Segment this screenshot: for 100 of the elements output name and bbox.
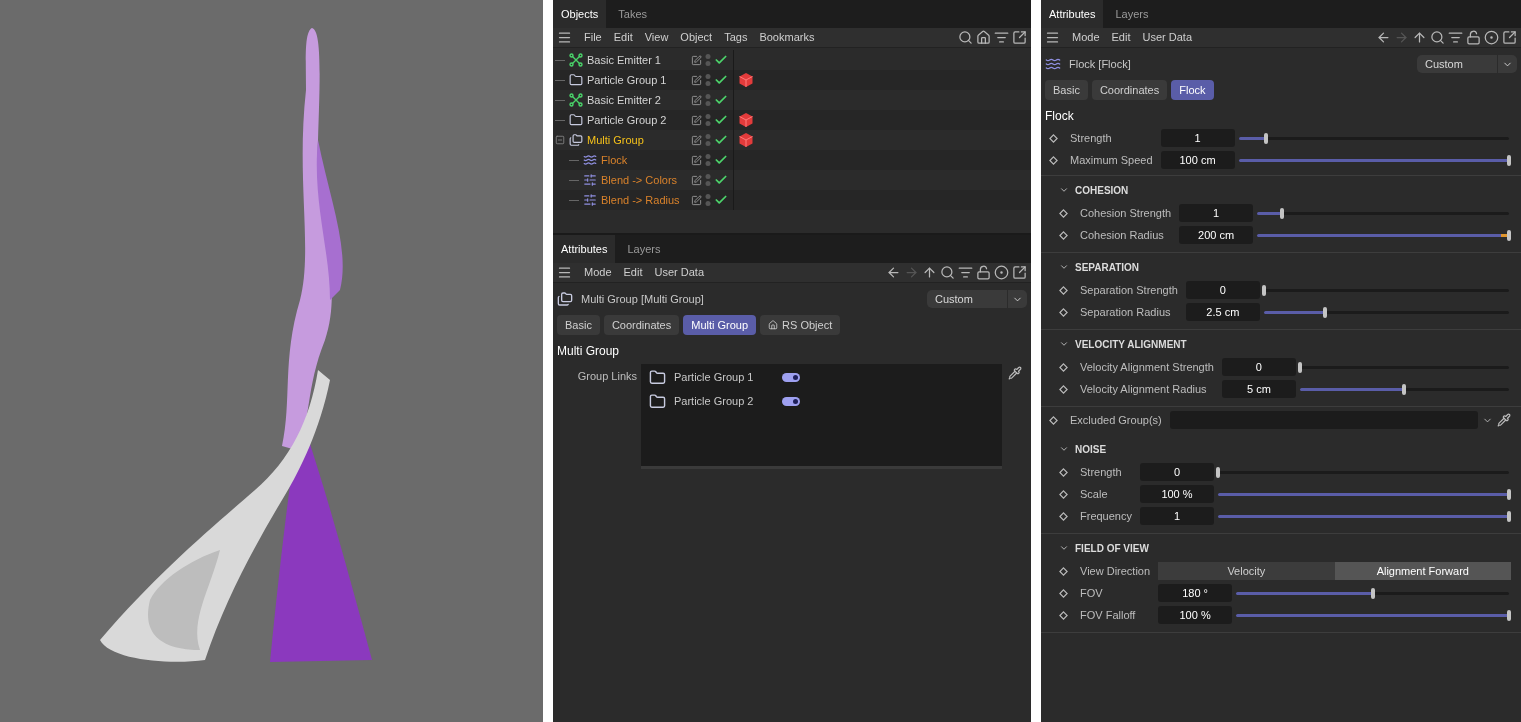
edit-icon[interactable] xyxy=(691,114,702,126)
value-field[interactable]: 5 cm xyxy=(1221,380,1296,398)
keyframe-diamond-icon[interactable] xyxy=(1059,511,1068,521)
attribute-tab[interactable]: RS Object xyxy=(760,315,841,335)
toggle[interactable] xyxy=(782,372,800,382)
visibility-dots-icon[interactable] xyxy=(705,113,711,127)
value-field[interactable]: 100 cm xyxy=(1160,151,1235,169)
panel-tab[interactable]: Attributes xyxy=(1041,0,1104,28)
slider-thumb[interactable] xyxy=(1507,609,1511,621)
visibility-dots-icon[interactable] xyxy=(705,193,711,207)
chevron-icon[interactable] xyxy=(1059,444,1069,454)
menu-item[interactable]: Object xyxy=(680,29,713,46)
edit-icon[interactable] xyxy=(691,154,702,166)
value-field[interactable]: 0 xyxy=(1221,358,1296,376)
keyframe-diamond-icon[interactable] xyxy=(1049,133,1058,143)
menu-icon[interactable] xyxy=(557,30,572,45)
back-icon[interactable] xyxy=(1376,30,1391,45)
visibility-dots-icon[interactable] xyxy=(705,153,711,167)
visibility-dots-icon[interactable] xyxy=(705,53,711,67)
slider-thumb[interactable] xyxy=(1280,207,1285,219)
menu-item[interactable]: User Data xyxy=(1142,29,1193,46)
edit-icon[interactable] xyxy=(691,174,702,186)
object-name[interactable]: Basic Emitter 2 xyxy=(587,91,661,109)
keyframe-diamond-icon[interactable] xyxy=(1059,610,1068,620)
toggle[interactable] xyxy=(782,396,800,406)
value-field[interactable]: 1 xyxy=(1160,129,1235,147)
menu-item[interactable]: View xyxy=(644,29,669,46)
value-field[interactable]: 100 % xyxy=(1140,485,1214,503)
attribute-tab[interactable]: Basic xyxy=(1045,80,1088,100)
group-title[interactable]: FIELD OF VIEW xyxy=(1075,540,1149,556)
slider-thumb[interactable] xyxy=(1507,488,1511,500)
slider-thumb[interactable] xyxy=(1216,466,1220,478)
new-window-icon[interactable] xyxy=(1012,30,1027,45)
up-icon[interactable] xyxy=(922,265,937,280)
object-name[interactable]: Basic Emitter 1 xyxy=(587,51,661,69)
panel-tab[interactable]: Takes xyxy=(606,0,660,28)
keyframe-diamond-icon[interactable] xyxy=(1059,467,1068,477)
attribute-tab[interactable]: Basic xyxy=(557,315,600,335)
keyframe-diamond-icon[interactable] xyxy=(1059,230,1068,240)
group-title[interactable]: VELOCITY ALIGNMENT xyxy=(1075,336,1187,352)
target-icon[interactable] xyxy=(1484,30,1499,45)
chevron-icon[interactable] xyxy=(1059,339,1069,349)
collapse-icon[interactable] xyxy=(555,135,565,145)
keyframe-diamond-icon[interactable] xyxy=(1049,155,1058,165)
value-field[interactable]: 0 xyxy=(1185,281,1260,299)
back-icon[interactable] xyxy=(886,265,901,280)
filter-icon[interactable] xyxy=(1448,30,1463,45)
object-name[interactable]: Blend -> Colors xyxy=(601,171,678,189)
slider-thumb[interactable] xyxy=(1263,132,1268,144)
slider-thumb[interactable] xyxy=(1402,383,1407,395)
menu-item[interactable]: Bookmarks xyxy=(759,29,815,46)
panel-tab[interactable]: Layers xyxy=(1103,0,1161,28)
search-icon[interactable] xyxy=(1430,30,1445,45)
value-field[interactable]: 180 ° xyxy=(1158,584,1233,602)
slider-thumb[interactable] xyxy=(1297,361,1302,373)
object-name[interactable]: Particle Group 1 xyxy=(587,71,667,89)
group-title[interactable]: SEPARATION xyxy=(1075,259,1140,275)
check-icon[interactable] xyxy=(714,53,728,67)
keyframe-diamond-icon[interactable] xyxy=(1059,285,1068,295)
panel-tab[interactable]: Objects xyxy=(553,0,607,28)
filter-icon[interactable] xyxy=(994,30,1009,45)
attribute-tab[interactable]: Flock xyxy=(1171,80,1214,100)
keyframe-diamond-icon[interactable] xyxy=(1049,415,1058,425)
attribute-tab[interactable]: Coordinates xyxy=(1091,80,1168,100)
visibility-dots-icon[interactable] xyxy=(705,133,711,147)
filter-icon[interactable] xyxy=(958,265,973,280)
lock-icon[interactable] xyxy=(976,265,991,280)
menu-item[interactable]: Mode xyxy=(1072,29,1100,46)
group-title[interactable]: COHESION xyxy=(1075,182,1129,198)
visibility-dots-icon[interactable] xyxy=(705,93,711,107)
picker-icon[interactable] xyxy=(1497,413,1511,427)
home-icon[interactable] xyxy=(976,30,991,45)
slider-thumb[interactable] xyxy=(1507,510,1511,522)
check-icon[interactable] xyxy=(714,193,728,207)
chevron-icon[interactable] xyxy=(1059,185,1069,195)
menu-item[interactable]: Edit xyxy=(613,29,633,46)
search-icon[interactable] xyxy=(940,265,955,280)
chevron-icon[interactable] xyxy=(1059,543,1069,553)
menu-item[interactable]: Mode xyxy=(584,264,612,281)
keyframe-diamond-icon[interactable] xyxy=(1059,566,1068,576)
check-icon[interactable] xyxy=(714,93,728,107)
search-icon[interactable] xyxy=(958,30,973,45)
menu-item[interactable]: File xyxy=(584,29,602,46)
value-field[interactable]: 0 xyxy=(1140,463,1214,481)
visibility-dots-icon[interactable] xyxy=(705,173,711,187)
group-title[interactable]: NOISE xyxy=(1075,441,1107,457)
keyframe-diamond-icon[interactable] xyxy=(1059,384,1068,394)
keyframe-diamond-icon[interactable] xyxy=(1059,588,1068,598)
value-field[interactable]: 1 xyxy=(1140,507,1214,525)
menu-icon[interactable] xyxy=(557,265,572,280)
lock-icon[interactable] xyxy=(1466,30,1481,45)
keyframe-diamond-icon[interactable] xyxy=(1059,489,1068,499)
visibility-dots-icon[interactable] xyxy=(705,73,711,87)
up-icon[interactable] xyxy=(1412,30,1427,45)
check-icon[interactable] xyxy=(714,173,728,187)
mode-dropdown[interactable]: Custom xyxy=(927,290,1027,308)
picker-icon[interactable] xyxy=(1008,366,1022,380)
panel-tab[interactable]: Layers xyxy=(615,235,673,263)
menu-item[interactable]: Edit xyxy=(623,264,643,281)
object-name[interactable]: Flock xyxy=(601,151,628,169)
